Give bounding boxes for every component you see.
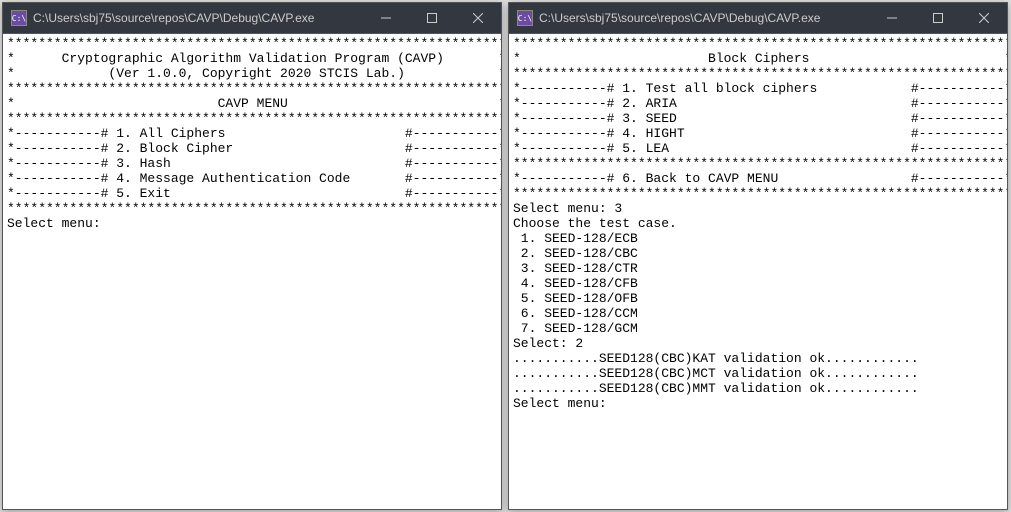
window-title: C:\Users\sbj75\source\repos\CAVP\Debug\C…	[539, 11, 869, 25]
close-icon	[473, 13, 483, 23]
titlebar[interactable]: C:\ C:\Users\sbj75\source\repos\CAVP\Deb…	[509, 3, 1007, 33]
window-controls	[869, 3, 1007, 33]
window-title: C:\Users\sbj75\source\repos\CAVP\Debug\C…	[33, 11, 363, 25]
console-output[interactable]: ****************************************…	[3, 33, 501, 509]
close-button[interactable]	[961, 3, 1007, 33]
close-icon	[979, 13, 989, 23]
minimize-button[interactable]	[363, 3, 409, 33]
maximize-icon	[933, 13, 943, 23]
maximize-icon	[427, 13, 437, 23]
minimize-button[interactable]	[869, 3, 915, 33]
app-icon: C:\	[517, 10, 533, 26]
close-button[interactable]	[455, 3, 501, 33]
console-output[interactable]: ****************************************…	[509, 33, 1007, 509]
maximize-button[interactable]	[915, 3, 961, 33]
app-icon: C:\	[11, 10, 27, 26]
console-window-right: C:\ C:\Users\sbj75\source\repos\CAVP\Deb…	[508, 2, 1008, 510]
minimize-icon	[887, 13, 897, 23]
console-window-left: C:\ C:\Users\sbj75\source\repos\CAVP\Deb…	[2, 2, 502, 510]
minimize-icon	[381, 13, 391, 23]
maximize-button[interactable]	[409, 3, 455, 33]
titlebar[interactable]: C:\ C:\Users\sbj75\source\repos\CAVP\Deb…	[3, 3, 501, 33]
window-controls	[363, 3, 501, 33]
